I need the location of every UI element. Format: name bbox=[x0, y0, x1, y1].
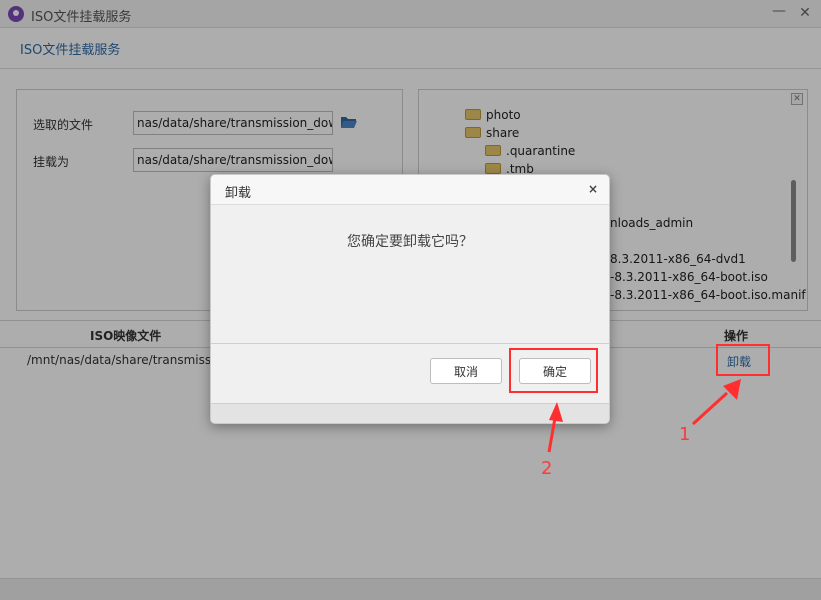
dialog-header: 卸载 × bbox=[211, 175, 609, 205]
annotation-label-1: 1 bbox=[679, 424, 691, 445]
annotation-box-confirm bbox=[509, 348, 598, 393]
dialog-close-icon[interactable]: × bbox=[585, 181, 601, 197]
dialog-message: 您确定要卸载它吗？ bbox=[347, 234, 473, 250]
dialog-title: 卸载 bbox=[225, 186, 252, 201]
annotation-label-2: 2 bbox=[541, 458, 553, 479]
dialog-footer bbox=[211, 403, 609, 423]
dialog-divider bbox=[211, 343, 609, 344]
cancel-button[interactable]: 取消 bbox=[430, 358, 502, 384]
annotation-box-unmount bbox=[716, 344, 770, 376]
